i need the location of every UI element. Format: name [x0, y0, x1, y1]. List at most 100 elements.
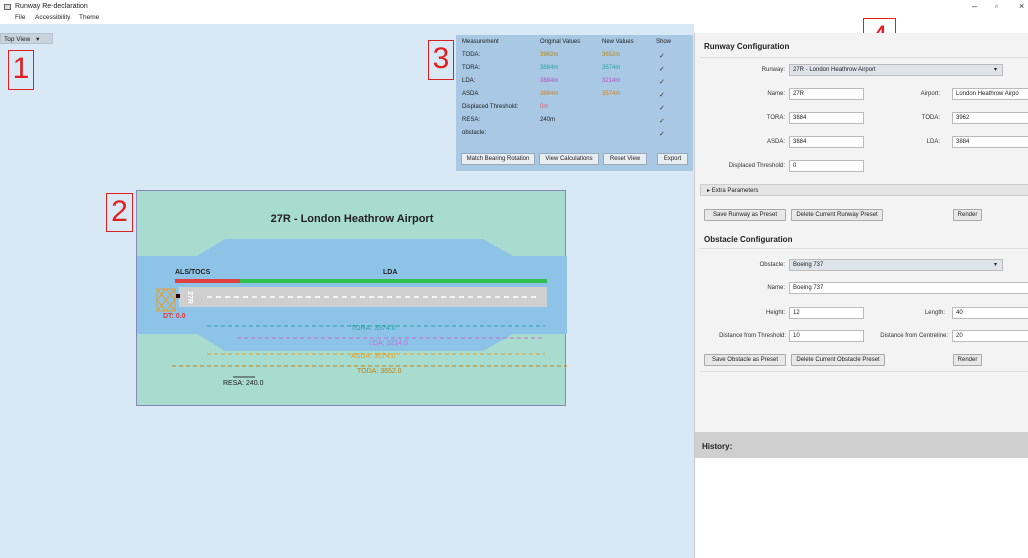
lda-label: LDA — [383, 269, 398, 276]
runway-designator: 27R — [185, 291, 193, 304]
displaced-threshold-field[interactable]: 0 — [789, 160, 864, 172]
close-button[interactable]: × — [1019, 1, 1024, 11]
tora-field[interactable]: 3884 — [789, 112, 864, 124]
runway-dropdown-value: 27R - London Heathrow Airport — [793, 67, 876, 73]
col-original: Original Values — [540, 39, 581, 45]
measurement-row-displaced-threshold: Displaced Threshold: 0m ✓ — [462, 104, 692, 115]
show-checkbox[interactable]: ✓ — [659, 130, 667, 138]
measurement-name: TODA: — [462, 52, 481, 58]
obstacle-name-label: Name: — [767, 285, 785, 291]
runway-name-field[interactable]: 27R — [789, 88, 864, 100]
measurement-name: LDA: — [462, 78, 476, 84]
chevron-down-icon: ▾ — [993, 262, 997, 268]
obstacle-name-field[interactable]: Boeing 737 — [789, 282, 1028, 294]
new-value: 3652m — [602, 52, 621, 58]
displaced-threshold-field-label: Displaced Threshold: — [728, 163, 785, 169]
runway-config-title: Runway Configuration — [704, 42, 790, 51]
runway-diagram[interactable]: 27R - London Heathrow Airport ALS/TOCS L… — [136, 190, 567, 406]
toda-label: TODA: 3652.0 — [357, 368, 402, 375]
match-bearing-rotation-button[interactable]: Match Bearing Rotation — [461, 153, 535, 165]
tora-label: TORA: 3574.0 — [351, 325, 396, 332]
save-obstacle-preset-button[interactable]: Save Obstacle as Preset — [704, 354, 786, 366]
distance-from-centreline-field[interactable]: 20 — [952, 330, 1028, 342]
show-checkbox[interactable]: ✓ — [659, 91, 667, 99]
measurement-row-tora: TORA: 3884m 3574m ✓ — [462, 65, 692, 76]
view-selector-value: Top View — [4, 36, 31, 43]
distance-from-threshold-field[interactable]: 10 — [789, 330, 864, 342]
show-checkbox[interactable]: ✓ — [659, 65, 667, 73]
measurement-name: TORA: — [462, 65, 481, 71]
maximize-button[interactable]: ▫ — [995, 2, 998, 11]
obstacle-label: Obstacle: — [759, 262, 785, 268]
height-field[interactable]: 12 — [789, 307, 864, 319]
measurement-name: Displaced Threshold: — [462, 104, 519, 110]
distance-from-centreline-label: Distance from Centreline: — [880, 333, 948, 339]
show-checkbox[interactable]: ✓ — [659, 52, 667, 60]
col-new: New Values — [602, 39, 634, 45]
airport-field[interactable]: London Heathrow Airpo — [952, 88, 1028, 100]
original-value: 3884m — [540, 78, 559, 84]
displaced-threshold-label: DT: 0.0 — [163, 313, 186, 320]
export-button[interactable]: Export — [657, 153, 688, 165]
measurement-name: obstacle: — [462, 130, 487, 136]
new-value: 3574m — [602, 91, 621, 97]
annotation-label-1: 1 — [8, 50, 34, 90]
menu-bar: File Accessibility Theme — [0, 14, 700, 24]
view-calculations-button[interactable]: View Calculations — [539, 153, 599, 165]
lda-new-label: LDA: 3214.0 — [369, 340, 408, 347]
measurement-row-asda: ASDA 3884m 3574m ✓ — [462, 91, 692, 102]
diagram-title: 27R - London Heathrow Airport — [270, 213, 434, 225]
col-measurement: Measurement — [462, 39, 499, 45]
runway-label: Runway: — [761, 67, 785, 73]
lda-field-label: LDA: — [926, 139, 940, 145]
original-value: 240m — [540, 117, 556, 123]
show-checkbox[interactable]: ✓ — [659, 117, 667, 125]
measurement-row-lda: LDA: 3884m 3214m ✓ — [462, 78, 692, 89]
delete-obstacle-preset-button[interactable]: Delete Current Obstacle Preset — [791, 354, 885, 366]
new-value: 3214m — [602, 78, 621, 84]
extra-parameters-label: Extra Parameters — [711, 188, 759, 194]
view-selector[interactable]: Top View ▾ — [0, 33, 53, 44]
measurements-panel: Measurement Original Values New Values S… — [456, 35, 693, 171]
menu-theme[interactable]: Theme — [79, 14, 99, 21]
obstacle-config-title: Obstacle Configuration — [704, 235, 793, 244]
tora-field-label: TORA: — [766, 115, 785, 121]
measurement-row-resa: RESA: 240m ✓ — [462, 117, 692, 128]
length-field[interactable]: 40 — [952, 307, 1028, 319]
airport-label: Airport: — [920, 91, 940, 97]
reset-view-button[interactable]: Reset View — [603, 153, 647, 165]
col-show: Show — [656, 39, 672, 45]
measurement-row-toda: TODA: 3962m 3652m ✓ — [462, 52, 692, 63]
height-label: Height: — [765, 310, 785, 316]
toda-field[interactable]: 3962 — [952, 112, 1028, 124]
asda-field[interactable]: 3884 — [789, 136, 864, 148]
app-icon — [4, 4, 11, 10]
original-value: 3884m — [540, 65, 559, 71]
measurement-name: ASDA — [462, 91, 479, 97]
chevron-down-icon: ▾ — [36, 36, 40, 43]
resa-label: RESA: 240.0 — [223, 380, 264, 387]
als-tocs-label: ALS/TOCS — [175, 269, 211, 276]
length-label: Length: — [924, 310, 945, 316]
show-checkbox[interactable]: ✓ — [659, 78, 667, 86]
distance-from-threshold-label: Distance from Threshold: — [719, 333, 786, 339]
window-title: Runway Re-declaration — [15, 3, 88, 10]
delete-runway-preset-button[interactable]: Delete Current Runway Preset — [791, 209, 883, 221]
lda-bar — [240, 279, 547, 283]
minimize-button[interactable]: – — [972, 1, 977, 11]
menu-accessibility[interactable]: Accessibility — [35, 14, 70, 21]
chevron-down-icon: ▾ — [993, 67, 997, 73]
obstacle-dropdown[interactable]: Boeing 737 ▾ — [789, 259, 1003, 271]
annotation-label-2: 2 — [106, 193, 133, 232]
obstacle-dropdown-value: Boeing 737 — [793, 262, 824, 268]
extra-parameters-toggle[interactable]: ▸ Extra Parameters — [700, 184, 1028, 196]
asda-label: ASDA: 3574.0 — [351, 353, 396, 360]
render-runway-button[interactable]: Render — [953, 209, 982, 221]
menu-file[interactable]: File — [15, 14, 25, 21]
save-runway-preset-button[interactable]: Save Runway as Preset — [704, 209, 786, 221]
show-checkbox[interactable]: ✓ — [659, 104, 667, 112]
als-tocs-bar — [175, 279, 240, 283]
runway-dropdown[interactable]: 27R - London Heathrow Airport ▾ — [789, 64, 1003, 76]
render-obstacle-button[interactable]: Render — [953, 354, 982, 366]
lda-field[interactable]: 3884 — [952, 136, 1028, 148]
